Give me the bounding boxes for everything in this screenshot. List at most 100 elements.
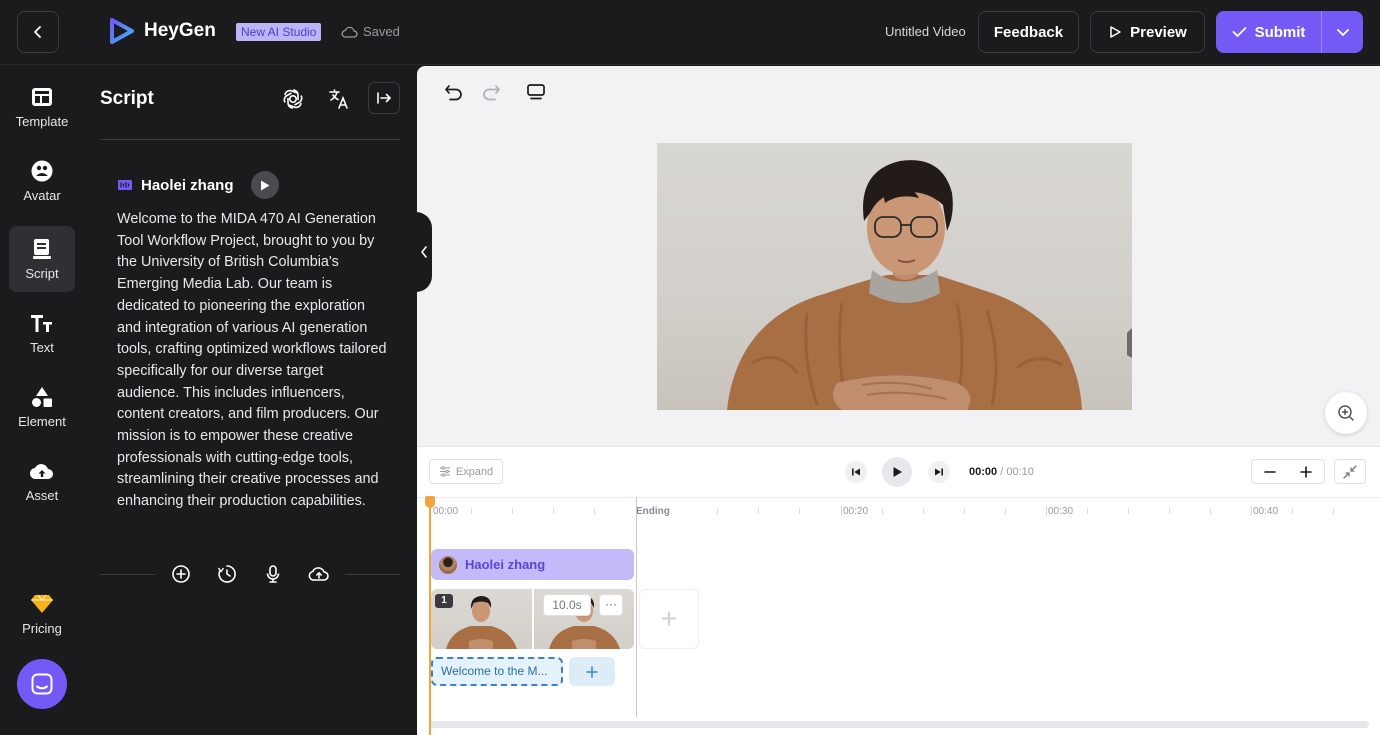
collapse-sidebar-tab[interactable] xyxy=(416,212,432,292)
add-scene-clip-button[interactable]: + xyxy=(639,589,699,649)
skip-back-icon xyxy=(852,468,860,476)
voice-waveform-icon xyxy=(118,180,132,190)
expand-timeline-button[interactable]: Expand xyxy=(429,459,503,484)
script-icon xyxy=(30,237,54,261)
ruler-tick xyxy=(471,509,472,514)
nav-template[interactable]: Template xyxy=(9,74,75,140)
panel-divider xyxy=(100,139,400,140)
nav-script-label: Script xyxy=(25,266,59,281)
script-panel-title: Script xyxy=(100,88,154,109)
nav-script[interactable]: Script xyxy=(9,226,75,292)
playhead-handle[interactable] xyxy=(425,496,435,508)
plus-circle-icon xyxy=(172,565,190,583)
submit-button-group: Submit xyxy=(1216,11,1363,53)
nav-element[interactable]: Element xyxy=(9,374,75,440)
ruler-label-20: 00:20 xyxy=(843,506,869,517)
ending-marker xyxy=(636,497,637,717)
nav-element-label: Element xyxy=(18,414,66,429)
current-time: 00:00 xyxy=(969,466,998,478)
translate-icon xyxy=(329,89,348,109)
script-panel: Script Haolei zhang Welcome to the MIDA … xyxy=(84,66,416,735)
ruler-label-0: 00:00 xyxy=(433,506,459,517)
left-nav: Template Avatar Script Text Element Asse… xyxy=(0,66,84,735)
ruler-tick xyxy=(841,506,842,516)
ai-script-button[interactable] xyxy=(278,84,308,114)
script-toolbar xyxy=(100,563,400,585)
timeline-scrollbar[interactable] xyxy=(429,721,1369,728)
submit-dropdown-button[interactable] xyxy=(1322,11,1363,53)
element-icon xyxy=(30,385,54,409)
chat-icon xyxy=(31,673,53,695)
video-title[interactable]: Untitled Video xyxy=(885,24,966,39)
zoom-in-button[interactable] xyxy=(1288,460,1324,483)
zoom-out-button[interactable] xyxy=(1252,460,1288,483)
avatar-person-image xyxy=(727,160,1132,410)
chevron-left-icon xyxy=(421,246,427,258)
ruler-tick xyxy=(1169,509,1170,514)
ruler-tick xyxy=(1128,509,1129,514)
clip-duration[interactable]: 10.0s xyxy=(543,594,591,616)
plus-icon xyxy=(1300,465,1312,478)
avatar-track-label: Haolei zhang xyxy=(465,557,546,572)
speaker-name: Haolei zhang xyxy=(141,176,234,194)
minus-icon xyxy=(1264,470,1276,473)
add-scene-button[interactable] xyxy=(169,562,193,586)
collapse-panel-button[interactable] xyxy=(368,82,400,114)
nav-pricing-label: Pricing xyxy=(22,621,62,636)
ruler-tick xyxy=(1005,509,1006,514)
chat-support-button[interactable] xyxy=(17,659,67,709)
arrow-right-bar-icon xyxy=(377,92,391,104)
ruler-label-30: 00:30 xyxy=(1048,506,1074,517)
avatar-icon xyxy=(30,159,54,183)
redo-button[interactable] xyxy=(479,80,503,104)
cloud-upload-icon xyxy=(308,567,329,581)
diamond-icon xyxy=(30,592,54,616)
record-audio-button[interactable] xyxy=(261,562,285,586)
check-icon xyxy=(1232,27,1246,37)
script-text-track[interactable]: Welcome to the M... xyxy=(431,657,563,686)
avatar-video-preview[interactable] xyxy=(657,143,1132,410)
add-text-track-button[interactable] xyxy=(569,657,615,686)
ruler-tick xyxy=(553,509,554,514)
timeline: Expand 00:00 / 00:10 00:00 Ending 00:20 … xyxy=(417,446,1380,735)
asset-icon xyxy=(30,459,54,483)
nav-text-label: Text xyxy=(30,340,54,355)
zoom-canvas-button[interactable] xyxy=(1325,392,1367,434)
timeline-time: 00:00 / 00:10 xyxy=(969,466,1034,478)
voice-selector[interactable]: Haolei zhang xyxy=(118,171,279,199)
heygen-logo[interactable]: HeyGen xyxy=(108,17,216,45)
nav-asset[interactable]: Asset xyxy=(9,448,75,514)
nav-template-label: Template xyxy=(15,114,69,129)
avatar-track[interactable]: Haolei zhang xyxy=(431,549,634,580)
nav-asset-label: Asset xyxy=(25,488,59,503)
back-button[interactable] xyxy=(17,11,59,53)
plus-icon: + xyxy=(660,603,678,634)
timeline-zoom-controls xyxy=(1251,459,1325,484)
feedback-button[interactable]: Feedback xyxy=(978,11,1079,53)
ruler-tick xyxy=(923,509,924,514)
timer-icon xyxy=(217,565,236,583)
preview-button[interactable]: Preview xyxy=(1090,11,1205,53)
toolbar-divider-left xyxy=(100,573,155,575)
upload-audio-button[interactable] xyxy=(307,562,331,586)
timeline-play-button[interactable] xyxy=(882,457,912,487)
skip-forward-button[interactable] xyxy=(928,461,950,483)
ruler-tick xyxy=(799,509,800,514)
script-textarea[interactable]: Welcome to the MIDA 470 AI Generation To… xyxy=(117,209,387,513)
play-voice-button[interactable] xyxy=(250,171,279,199)
nav-text[interactable]: Text xyxy=(9,300,75,366)
ruler-tick xyxy=(1087,509,1088,514)
skip-back-button[interactable] xyxy=(845,461,867,483)
ruler-tick xyxy=(1292,509,1293,514)
fit-timeline-button[interactable] xyxy=(1334,459,1366,484)
clip-more-button[interactable]: ··· xyxy=(599,594,623,616)
nav-pricing[interactable]: Pricing xyxy=(9,581,75,647)
nav-avatar[interactable]: Avatar xyxy=(9,148,75,214)
submit-button[interactable]: Submit xyxy=(1216,11,1322,53)
translate-button[interactable] xyxy=(324,84,354,114)
undo-button[interactable] xyxy=(442,80,466,104)
ruler-tick xyxy=(512,509,513,514)
aspect-ratio-button[interactable] xyxy=(524,80,548,104)
playhead[interactable] xyxy=(429,496,431,735)
add-pause-button[interactable] xyxy=(215,562,239,586)
